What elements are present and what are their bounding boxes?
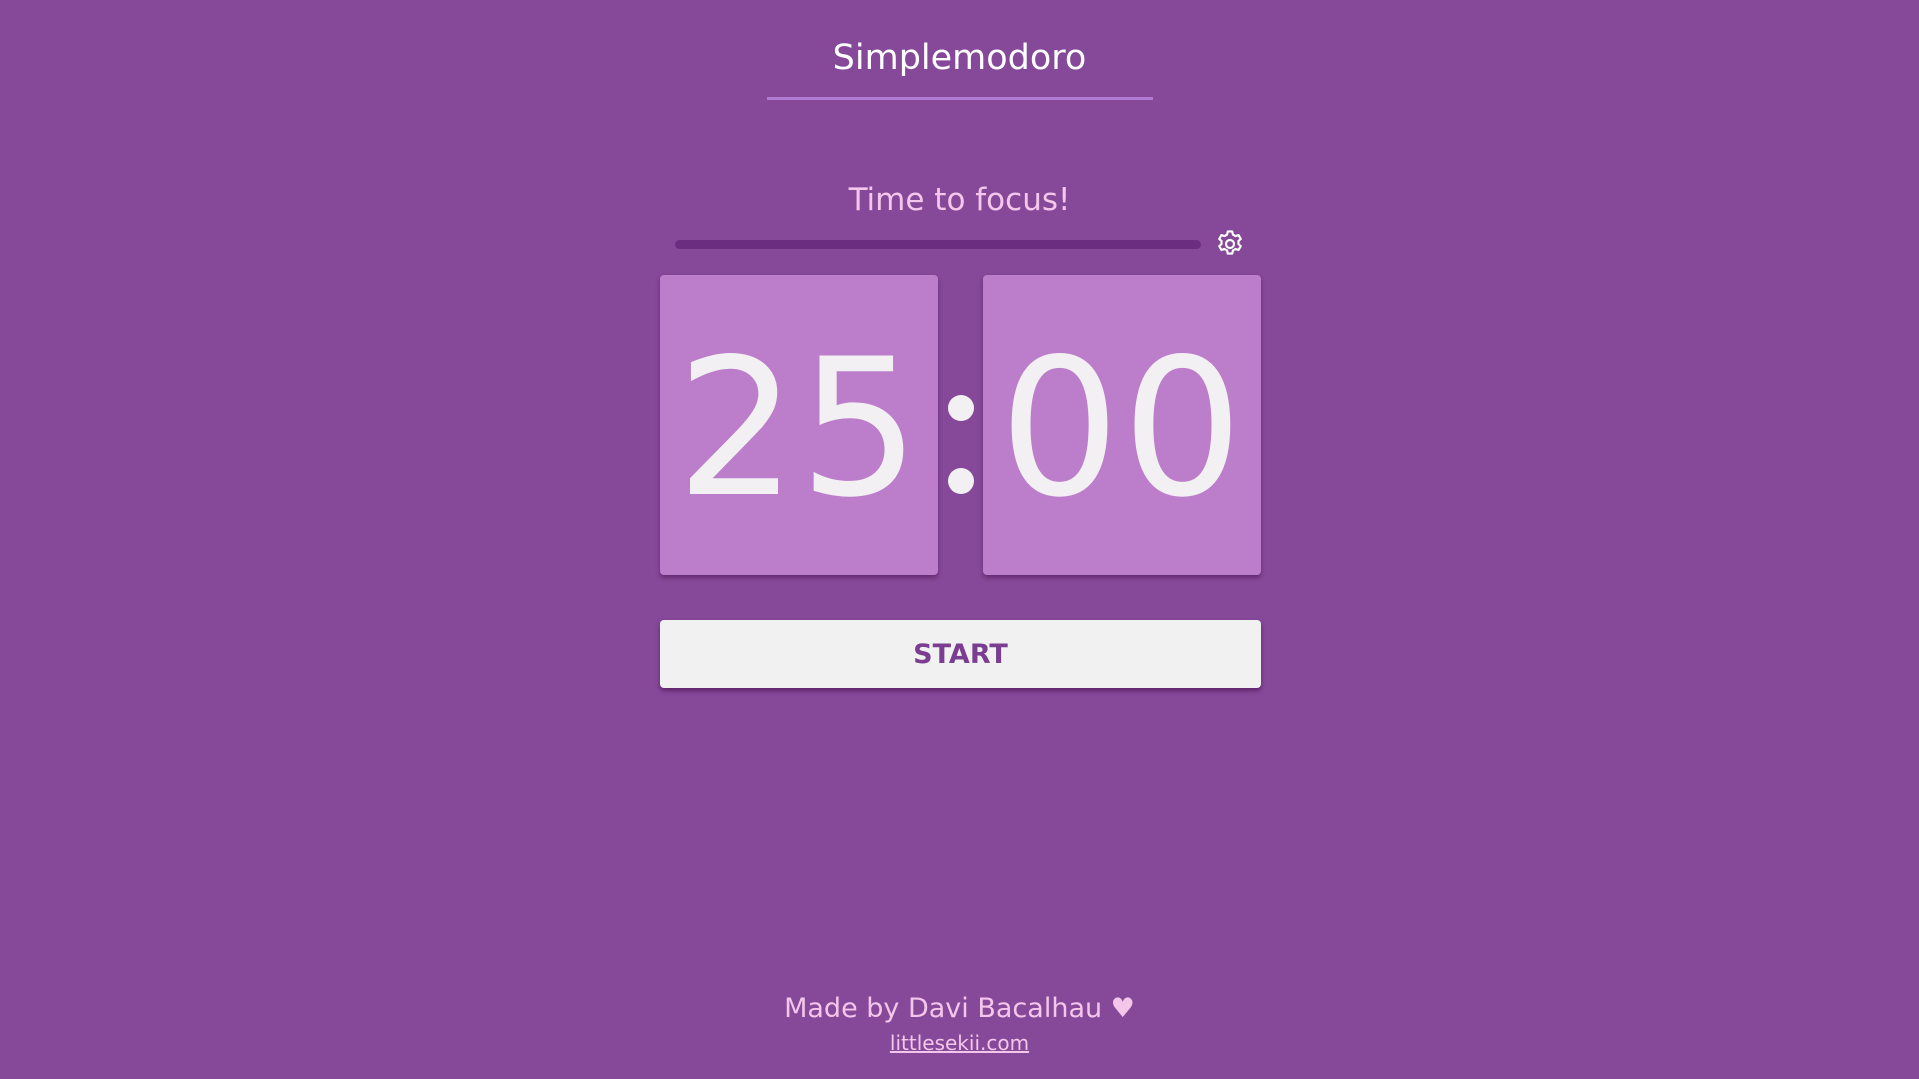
timer-status-text: Time to focus!: [848, 182, 1071, 218]
minutes-card: 25: [660, 275, 938, 575]
minutes-display: 25: [676, 318, 922, 539]
progress-bar: [675, 240, 1201, 249]
footer-credit: Made by Davi Bacalhau ♥: [784, 993, 1135, 1024]
colon-dot-bottom: [948, 468, 974, 494]
seconds-card: 00: [983, 275, 1261, 575]
colon-dot-top: [948, 395, 974, 421]
app-root: Simplemodoro Time to focus! 25 00 START …: [0, 0, 1919, 1079]
footer-link-container: littlesekii.com: [0, 1030, 1919, 1056]
settings-button[interactable]: [1212, 228, 1248, 264]
colon-icon: [938, 390, 983, 500]
gear-icon: [1214, 228, 1246, 264]
start-button[interactable]: START: [660, 620, 1261, 688]
title-underline: [767, 97, 1153, 100]
seconds-display: 00: [999, 318, 1245, 539]
page-title: Simplemodoro: [832, 38, 1087, 78]
website-link[interactable]: littlesekii.com: [890, 1031, 1029, 1055]
